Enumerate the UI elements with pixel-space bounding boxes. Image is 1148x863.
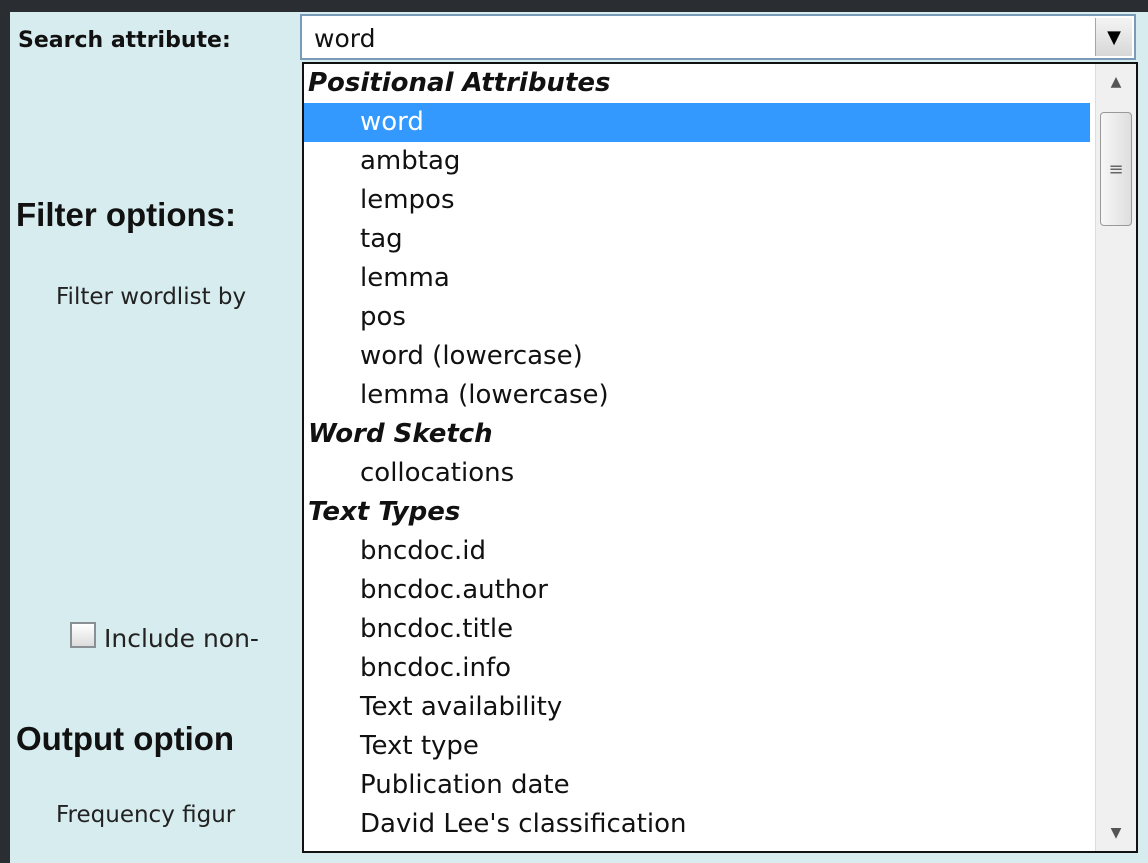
option-lemma-lowercase[interactable]: lemma (lowercase) (304, 376, 1090, 415)
optgroup-word-sketch: Word Sketch (308, 419, 493, 449)
dropdown-options: Positional Attributes word ambtag lempos… (304, 64, 1090, 844)
optgroup-positional-attributes: Positional Attributes (308, 68, 611, 98)
option-bncdoc-author[interactable]: bncdoc.author (304, 571, 1090, 610)
scroll-down-icon[interactable]: ▼ (1096, 815, 1136, 851)
option-tag[interactable]: tag (304, 220, 1090, 259)
include-non-checkbox[interactable] (70, 622, 96, 648)
window-frame-left (0, 0, 10, 863)
option-word[interactable]: word (304, 103, 1090, 142)
frequency-figures-label: Frequency figur (56, 802, 236, 828)
option-lempos[interactable]: lempos (304, 181, 1090, 220)
attribute-dropdown-list[interactable]: Positional Attributes word ambtag lempos… (302, 62, 1138, 853)
search-attribute-select[interactable]: word ▼ (300, 14, 1136, 60)
optgroup-text-types: Text Types (308, 497, 461, 527)
search-attribute-label: Search attribute: (18, 28, 231, 53)
option-text-availability[interactable]: Text availability (304, 688, 1090, 727)
dropdown-scrollbar[interactable]: ▲ ≡ ▼ (1095, 64, 1136, 851)
option-bncdoc-title[interactable]: bncdoc.title (304, 610, 1090, 649)
option-ambtag[interactable]: ambtag (304, 142, 1090, 181)
option-lemma[interactable]: lemma (304, 259, 1090, 298)
scroll-up-icon[interactable]: ▲ (1096, 64, 1136, 100)
option-bncdoc-info[interactable]: bncdoc.info (304, 649, 1090, 688)
option-bncdoc-id[interactable]: bncdoc.id (304, 532, 1090, 571)
filter-wordlist-label: Filter wordlist by (56, 284, 247, 310)
option-text-type[interactable]: Text type (304, 727, 1090, 766)
include-non-label: Include non- (104, 624, 259, 653)
option-publication-date[interactable]: Publication date (304, 766, 1090, 805)
output-options-heading: Output option (16, 720, 235, 757)
option-pos[interactable]: pos (304, 298, 1090, 337)
filter-options-heading: Filter options: (16, 196, 236, 233)
option-david-lee-classification[interactable]: David Lee's classification (304, 805, 1090, 844)
window-frame-top (0, 0, 1148, 12)
chevron-down-icon[interactable]: ▼ (1095, 18, 1132, 56)
option-collocations[interactable]: collocations (304, 454, 1090, 493)
select-current-value: word (314, 24, 376, 53)
scrollbar-thumb[interactable]: ≡ (1100, 112, 1132, 226)
option-word-lowercase[interactable]: word (lowercase) (304, 337, 1090, 376)
